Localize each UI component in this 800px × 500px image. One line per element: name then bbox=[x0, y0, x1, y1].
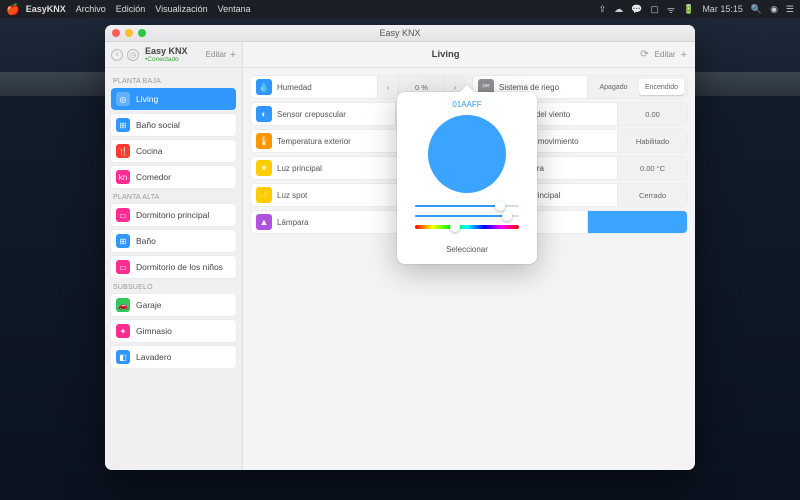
sidebar-item[interactable]: ▭ Dormitorio principal bbox=[111, 204, 236, 226]
sidebar-item[interactable]: ◧ Lavadero bbox=[111, 346, 236, 368]
info-icon[interactable]: i bbox=[111, 49, 123, 61]
sidebar-item[interactable]: 🍴 Cocina bbox=[111, 140, 236, 162]
main-add-button[interactable]: + bbox=[681, 49, 687, 61]
status-wifi-icon[interactable]: ᯤ bbox=[667, 3, 675, 16]
color-swatch-circle[interactable] bbox=[428, 115, 506, 193]
sidebar-section-header: PLANTA ALTA bbox=[113, 194, 234, 201]
status-dropbox-icon[interactable]: ⇪ bbox=[599, 4, 607, 15]
sidebar-add-button[interactable]: + bbox=[230, 49, 236, 61]
menubar-item[interactable]: Edición bbox=[116, 4, 146, 14]
refresh-icon[interactable]: ⟳ bbox=[640, 49, 648, 60]
device-color-swatch[interactable] bbox=[587, 211, 687, 233]
toggle-on-button[interactable]: Encendido bbox=[639, 79, 684, 95]
device-icon: 💧 bbox=[256, 79, 272, 95]
window-title: Easy KNX bbox=[105, 28, 695, 38]
sidebar-section-header: PLANTA BAJA bbox=[113, 78, 234, 85]
sidebar-item-label: Cocina bbox=[136, 146, 162, 156]
color-picker-popover: 01AAFF Seleccionar bbox=[397, 92, 537, 264]
room-icon: 🚗 bbox=[116, 298, 130, 312]
room-icon: ⊞ bbox=[116, 234, 130, 248]
app-window: Easy KNX i ◷ Easy KNX •Conectado Editar … bbox=[105, 25, 695, 470]
device-label: Humedad bbox=[277, 83, 377, 92]
room-icon: 🍴 bbox=[116, 144, 130, 158]
sidebar-item[interactable]: ⊞ Baño bbox=[111, 230, 236, 252]
room-title: Living bbox=[251, 49, 640, 60]
sidebar-connection-status: •Conectado bbox=[145, 56, 188, 63]
sidebar-header: i ◷ Easy KNX •Conectado Editar + bbox=[105, 42, 242, 68]
sidebar-item-label: Baño bbox=[136, 236, 156, 246]
notification-center-icon[interactable]: ☰ bbox=[786, 4, 794, 15]
device-value: 0.00 bbox=[617, 103, 687, 125]
sidebar-item[interactable]: ◎ Living bbox=[111, 88, 236, 110]
status-cloud-icon[interactable]: ☁ bbox=[614, 4, 623, 15]
sidebar-item-label: Gimnasio bbox=[136, 326, 172, 336]
sidebar-item[interactable]: ▭ Dormitorio de los niños bbox=[111, 256, 236, 278]
room-icon: ⊞ bbox=[116, 118, 130, 132]
room-icon: ▭ bbox=[116, 260, 130, 274]
device-icon: 🌡 bbox=[256, 133, 272, 149]
room-icon: ▭ bbox=[116, 208, 130, 222]
main-header: Living ⟳ Editar + bbox=[243, 42, 695, 68]
sidebar: i ◷ Easy KNX •Conectado Editar + PLANTA … bbox=[105, 42, 243, 470]
sidebar-item[interactable]: ✦ Gimnasio bbox=[111, 320, 236, 342]
room-icon: kn bbox=[116, 170, 130, 184]
menubar-item[interactable]: Visualización bbox=[155, 4, 207, 14]
status-battery-icon[interactable]: 🔋 bbox=[683, 4, 694, 15]
sidebar-item-label: Lavadero bbox=[136, 352, 171, 362]
status-user-icon[interactable]: ◉ bbox=[770, 4, 778, 15]
toggle-off-button[interactable]: Apagado bbox=[591, 79, 636, 95]
device-value: 0.00 °C bbox=[617, 157, 687, 179]
device-icon: ◐ bbox=[256, 106, 272, 122]
menubar-item[interactable]: Archivo bbox=[76, 4, 106, 14]
apple-menu-icon[interactable]: 🍎 bbox=[6, 3, 20, 16]
saturation-slider[interactable] bbox=[407, 205, 527, 207]
device-value: Cerrado bbox=[617, 184, 687, 206]
window-titlebar[interactable]: Easy KNX bbox=[105, 25, 695, 42]
menubar-app-name[interactable]: EasyKNX bbox=[26, 4, 66, 14]
sidebar-section-header: SUBSUELO bbox=[113, 284, 234, 291]
sidebar-item-label: Dormitorio principal bbox=[136, 210, 209, 220]
menubar-clock[interactable]: Mar 15:15 bbox=[702, 4, 743, 14]
device-icon: ▲ bbox=[256, 214, 272, 230]
device-label: Sistema de riego bbox=[499, 83, 587, 92]
color-hex-value: 01AAFF bbox=[452, 100, 481, 109]
sidebar-item-label: Comedor bbox=[136, 172, 171, 182]
device-label: Sensor crepuscular bbox=[277, 110, 395, 119]
sidebar-app-name: Easy KNX bbox=[145, 47, 188, 56]
hue-slider[interactable] bbox=[407, 225, 527, 229]
status-display-icon[interactable]: ▢ bbox=[650, 4, 659, 15]
sidebar-item-label: Garaje bbox=[136, 300, 162, 310]
main-panel: Living ⟳ Editar + 💧Humedad‹0 %›◐Sensor c… bbox=[243, 42, 695, 470]
brightness-slider[interactable] bbox=[407, 215, 527, 217]
sidebar-item-label: Dormitorio de los niños bbox=[136, 262, 223, 272]
room-icon: ◧ bbox=[116, 350, 130, 364]
device-value: Habilitado bbox=[617, 130, 687, 152]
sidebar-item[interactable]: ⊞ Baño social bbox=[111, 114, 236, 136]
main-edit-button[interactable]: Editar bbox=[655, 50, 676, 59]
step-down-button[interactable]: ‹ bbox=[378, 76, 398, 98]
device-icon: ☀ bbox=[256, 160, 272, 176]
spotlight-icon[interactable]: 🔍 bbox=[751, 4, 762, 15]
device-icon: ✨ bbox=[256, 187, 272, 203]
device-toggle[interactable]: ApagadoEncendido bbox=[587, 76, 687, 98]
sidebar-edit-button[interactable]: Editar bbox=[206, 50, 227, 59]
sidebar-item-label: Living bbox=[136, 94, 158, 104]
macos-menubar: 🍎 EasyKNX Archivo Edición Visualización … bbox=[0, 0, 800, 18]
room-icon: ◎ bbox=[116, 92, 130, 106]
select-color-button[interactable]: Seleccionar bbox=[446, 245, 488, 254]
menubar-item[interactable]: Ventana bbox=[218, 4, 251, 14]
sidebar-item[interactable]: 🚗 Garaje bbox=[111, 294, 236, 316]
room-icon: ✦ bbox=[116, 324, 130, 338]
clock-icon[interactable]: ◷ bbox=[127, 49, 139, 61]
status-chat-icon[interactable]: 💬 bbox=[631, 4, 642, 15]
sidebar-item-label: Baño social bbox=[136, 120, 180, 130]
sidebar-item[interactable]: kn Comedor bbox=[111, 166, 236, 188]
